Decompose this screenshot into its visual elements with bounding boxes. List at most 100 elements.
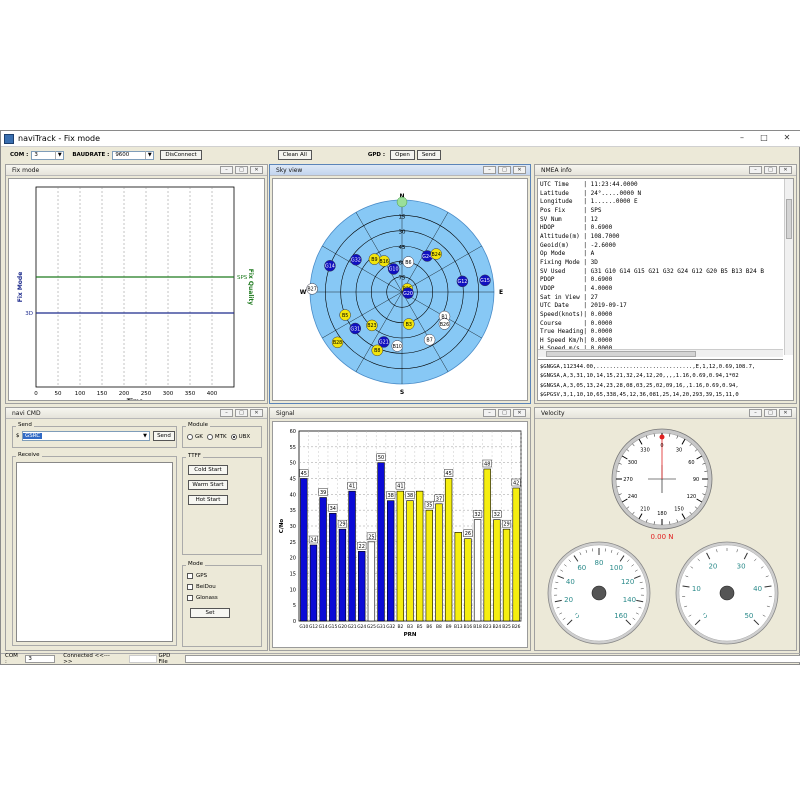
bar-data-label: 50	[378, 455, 384, 461]
scroll-thumb[interactable]	[546, 351, 696, 357]
y-tick-label: 45	[290, 477, 296, 483]
minimize-icon[interactable]: –	[220, 166, 233, 174]
minimize-icon[interactable]: –	[749, 409, 762, 417]
y-tick-label: 40	[290, 492, 296, 498]
warm-start-button[interactable]: Warm Start	[188, 480, 228, 490]
signal-bar	[444, 478, 453, 622]
mode-group-title: Mode	[186, 561, 205, 567]
x-tick-label: G20	[338, 624, 347, 630]
minimize-icon[interactable]: –	[483, 166, 496, 174]
heading-tick-label: 300	[628, 460, 638, 466]
panel-header: Signal – □ ✕	[270, 408, 530, 419]
close-icon[interactable]: ✕	[513, 166, 526, 174]
clean-all-button[interactable]: Clean All	[277, 150, 312, 160]
nmea-table: UTC Time | 11:23:44.0000 Latitude | 24°..…	[538, 179, 793, 354]
mode-group: Mode GPS BeiDou Glonass Set	[182, 561, 262, 647]
module-radio-gk[interactable]: GK	[187, 434, 203, 440]
close-icon[interactable]: ✕	[513, 409, 526, 417]
maximize-icon[interactable]: □	[498, 409, 511, 417]
cold-start-button[interactable]: Cold Start	[188, 465, 228, 475]
signal-panel: Signal – □ ✕ 0 5 10 15 20 25 30 35 40 45 50 55 60 45 G10…	[269, 407, 531, 651]
x-tick-label: B24	[493, 624, 502, 630]
x-tick-label: G15	[328, 624, 337, 630]
minimize-icon[interactable]: –	[732, 133, 752, 144]
baud-select[interactable]: 9600 ▼	[112, 150, 155, 160]
x-tick-label: B6	[426, 624, 432, 630]
open-button[interactable]: Open	[390, 150, 415, 160]
close-icon[interactable]: ✕	[250, 166, 263, 174]
maximize-icon[interactable]: □	[235, 409, 248, 417]
signal-chart: 0 5 10 15 20 25 30 35 40 45 50 55 60 45 G10 24 G12 39 G14 3…	[279, 429, 522, 638]
nmea-key: Fixing Mode	[540, 258, 584, 266]
maximize-icon[interactable]: □	[498, 166, 511, 174]
scroll-thumb[interactable]	[786, 199, 792, 239]
minimize-icon[interactable]: –	[749, 166, 762, 174]
x-tick-label: B5	[417, 624, 423, 630]
signal-bar	[348, 490, 356, 622]
gpd-send-button[interactable]: Send	[416, 150, 441, 160]
series-label: 3D	[25, 311, 33, 317]
maximize-icon[interactable]: □	[764, 166, 777, 174]
maximize-icon[interactable]: □	[754, 133, 774, 144]
signal-bar	[435, 503, 443, 622]
com-value: 3	[34, 152, 38, 158]
nmea-value: 0.0000	[590, 310, 613, 318]
nmea-value: 24°.....0000 N	[590, 189, 642, 197]
ring-label: 15	[399, 214, 406, 220]
heading-readout: 0.00 N	[650, 533, 673, 541]
status-gpd-path	[185, 655, 800, 663]
minimize-icon[interactable]: –	[220, 409, 233, 417]
nmea-body: UTC Time | 11:23:44.0000 Latitude | 24°..…	[537, 178, 794, 401]
com-select[interactable]: 3 ▼	[31, 150, 65, 160]
close-icon[interactable]: ✕	[776, 133, 798, 144]
maximize-icon[interactable]: □	[764, 409, 777, 417]
panel-title: NMEA info	[541, 167, 572, 174]
nmea-key: Sat in View	[540, 293, 584, 301]
nmea-sep: |	[583, 328, 591, 336]
signal-bar	[473, 519, 482, 622]
satellite-label: B10	[393, 344, 402, 350]
module-radio-mtk[interactable]: MTK	[206, 434, 227, 440]
signal-bar	[338, 528, 347, 622]
command-select[interactable]: GSRC ▼	[22, 431, 150, 441]
disconnect-button[interactable]: DisConnect	[160, 150, 202, 160]
close-icon[interactable]: ✕	[779, 166, 792, 174]
y-tick-label: 25	[290, 540, 296, 546]
x-tick-label: G14	[319, 624, 328, 630]
close-icon[interactable]: ✕	[779, 409, 792, 417]
navi-cmd-panel: navi CMD – □ ✕ Send $ GSRC ▼ Send Receive M…	[5, 407, 268, 651]
kmh-gauge-tick-label: 40	[566, 578, 575, 586]
nmea-value: 1......0000 E	[590, 198, 638, 206]
send-button[interactable]: Send	[153, 431, 175, 441]
vertical-scrollbar[interactable]	[784, 179, 793, 355]
nmea-sep: |	[583, 189, 591, 197]
maximize-icon[interactable]: □	[235, 166, 248, 174]
send-group-title: Send	[16, 422, 34, 428]
checkbox-box	[187, 595, 193, 601]
nmea-key: H Speed Km/h	[540, 336, 584, 344]
nmea-key: Course	[540, 319, 584, 327]
signal-bar	[406, 500, 414, 622]
nmea-row: Fixing Mode | 3D	[540, 259, 793, 268]
minimize-icon[interactable]: –	[483, 409, 496, 417]
module-radio-ubx[interactable]: UBX	[230, 434, 250, 440]
hot-start-button[interactable]: Hot Start	[188, 495, 228, 505]
x-tick-label: B3	[407, 624, 413, 630]
set-button[interactable]: Set	[190, 608, 230, 618]
y-tick-label: 35	[290, 508, 296, 514]
x-tick-label: G10	[299, 624, 308, 630]
nmea-value: 4.0000	[590, 284, 613, 292]
glonass-checkbox[interactable]: Glonass	[187, 595, 218, 601]
horizontal-scrollbar[interactable]	[538, 349, 783, 357]
nmea-value: 3D	[590, 258, 598, 266]
y-tick-label: 0	[293, 619, 296, 625]
beidou-checkbox[interactable]: BeiDou	[187, 584, 216, 590]
bar-data-label: 38	[407, 493, 413, 499]
close-icon[interactable]: ✕	[250, 409, 263, 417]
fix-mode-chart: 0 50 100 150 200 250 300 350 400 Time Fix Mode Fix …	[17, 186, 254, 401]
gps-checkbox[interactable]: GPS	[187, 573, 207, 579]
x-axis-label: Time	[127, 398, 143, 401]
satellite-label: B5	[342, 313, 348, 319]
baud-value: 9600	[115, 152, 130, 158]
receive-textarea[interactable]	[16, 462, 173, 642]
